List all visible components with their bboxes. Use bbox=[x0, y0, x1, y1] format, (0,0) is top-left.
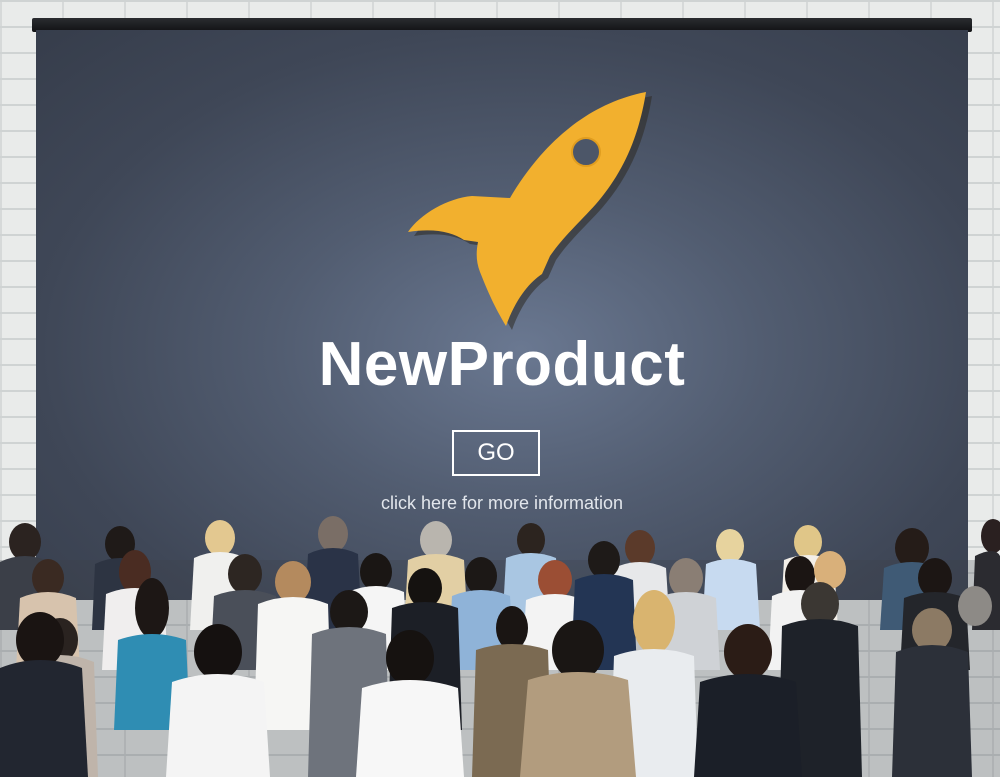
go-button[interactable]: GO bbox=[452, 430, 540, 476]
audience bbox=[0, 516, 1000, 777]
presentation-scene: NewProduct GO click here for more inform… bbox=[0, 0, 1000, 777]
rocket-icon bbox=[408, 92, 652, 330]
slide-headline: NewProduct bbox=[318, 330, 686, 399]
